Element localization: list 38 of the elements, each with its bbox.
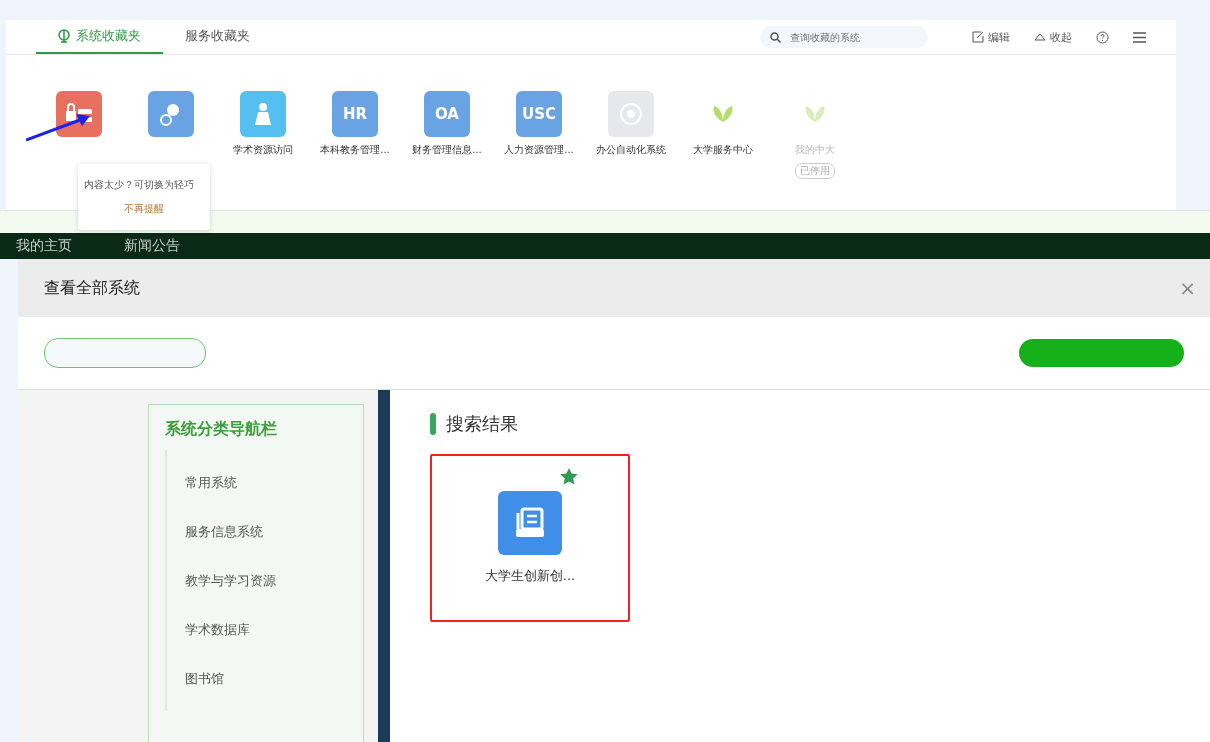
search-field[interactable] (44, 338, 206, 368)
sidebar-item[interactable]: 学术数据库 (167, 605, 363, 654)
help-icon[interactable] (1096, 30, 1109, 44)
system-icon[interactable] (56, 91, 102, 137)
system-label[interactable]: 办公自动化系统 (596, 143, 666, 157)
sidebar-item[interactable]: 教学与学习资源 (167, 556, 363, 605)
title-accent-bar (430, 413, 436, 435)
section-title: 搜索结果 (446, 412, 518, 436)
action-button[interactable] (1019, 339, 1184, 367)
sidebar-item[interactable]: 常用系统 (167, 458, 363, 507)
nav-link[interactable]: 新闻公告 (118, 236, 186, 256)
arrow-drawing (26, 112, 92, 142)
system-label[interactable]: 人力资源管理... (504, 143, 574, 157)
chevron-up-icon (1034, 32, 1046, 42)
sidebar-item[interactable]: 图书馆 (167, 654, 363, 703)
system-label[interactable]: 大学服务中心 (693, 143, 753, 157)
collapse-button[interactable]: 收起 (1034, 29, 1072, 45)
tooltip-text: 内容太少？可切换为轻巧 (84, 178, 195, 192)
globe-icon (58, 29, 70, 43)
sidebar-title: 系统分类导航栏 (165, 419, 278, 440)
system-label: 大学生创新创... (484, 567, 576, 585)
edit-button[interactable]: 编辑 (972, 29, 1010, 45)
nav-link[interactable]: 我的主页 (10, 236, 78, 256)
favorites-tab[interactable]: 系统收藏夹 (36, 20, 163, 54)
status-tag: 已停用 (795, 163, 835, 179)
system-label[interactable]: 学术资源访问 (233, 143, 293, 157)
star-icon[interactable] (560, 468, 578, 485)
dismiss-link[interactable]: 不再提醒 (124, 202, 164, 216)
search-field[interactable]: 查询收藏的系统 (760, 26, 928, 48)
dialog-title: 查看全部系统 (44, 277, 140, 299)
system-icon (498, 491, 562, 555)
system-label[interactable]: 本科教务管理... (320, 143, 390, 157)
edit-icon (972, 31, 984, 43)
system-label[interactable]: 财务管理信息... (412, 143, 482, 157)
favorites-tab[interactable]: 服务收藏夹 (163, 20, 272, 54)
result-card[interactable]: 大学生创新创... (430, 454, 630, 622)
sidebar-item[interactable]: 服务信息系统 (167, 507, 363, 556)
menu-icon[interactable] (1133, 31, 1146, 43)
